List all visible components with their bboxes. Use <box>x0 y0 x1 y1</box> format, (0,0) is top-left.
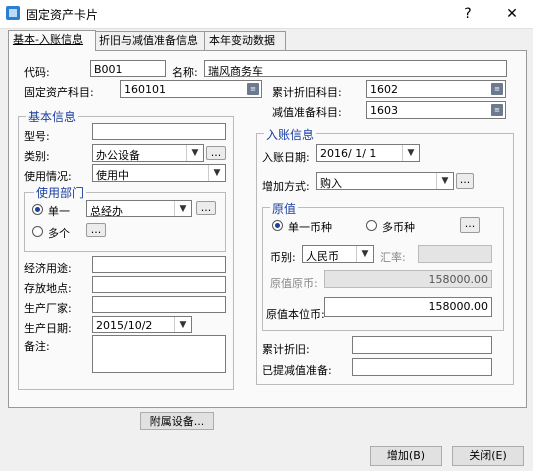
purpose-input[interactable] <box>92 256 226 273</box>
code-input[interactable]: B001 <box>90 60 166 77</box>
chevron-down-icon: ▼ <box>436 173 453 189</box>
add-method-browse-button[interactable]: ... <box>456 173 474 189</box>
impair-account-label: 减值准备科目: <box>272 106 342 119</box>
orig-base-label: 原值本位币: <box>266 308 325 321</box>
dep-account-input[interactable]: 1602 ≡ <box>366 80 506 98</box>
prod-date-label: 生产日期: <box>24 322 72 335</box>
entry-info-legend: 入账信息 <box>264 126 317 143</box>
model-input[interactable] <box>92 123 226 140</box>
accessory-button[interactable]: 附属设备... <box>140 412 214 430</box>
orig-value-legend: 原值 <box>270 200 299 217</box>
rate-label: 汇率: <box>380 251 406 264</box>
entry-date-label: 入账日期: <box>262 151 310 164</box>
dep-account-label: 累计折旧科目: <box>272 86 342 99</box>
usage-select[interactable]: 使用中 ▼ <box>92 164 226 182</box>
currency-select[interactable]: 人民币 ▼ <box>302 245 374 263</box>
category-value: 办公设备 <box>96 149 140 162</box>
chevron-down-icon: ▼ <box>402 145 419 161</box>
single-currency-label: 单一币种 <box>288 221 332 234</box>
close-window-button[interactable]: ✕ <box>492 0 532 28</box>
code-label: 代码: <box>24 66 50 79</box>
add-method-select[interactable]: 购入 ▼ <box>316 172 454 190</box>
dept-legend: 使用部门 <box>34 184 87 201</box>
impair-input[interactable] <box>352 358 492 376</box>
orig-cur-label: 原值原币: <box>270 277 318 290</box>
close-button[interactable]: 关闭(E) <box>452 446 524 466</box>
category-label: 类别: <box>24 150 50 163</box>
currency-browse-button[interactable]: ... <box>460 217 480 233</box>
window-title: 固定资产卡片 <box>26 8 99 22</box>
tab-annual-changes[interactable]: 本年变动数据 <box>204 31 286 50</box>
lookup-icon[interactable]: ≡ <box>247 83 259 95</box>
currency-label: 币别: <box>270 251 296 264</box>
impair-account-input[interactable]: 1603 ≡ <box>366 101 506 119</box>
dept-multi-radio[interactable] <box>32 226 43 237</box>
lookup-icon[interactable]: ≡ <box>491 83 503 95</box>
acc-dep-input[interactable] <box>352 336 492 354</box>
impair-label: 已提减值准备: <box>262 364 332 377</box>
rate-input <box>418 245 492 263</box>
category-browse-button[interactable]: ... <box>206 146 226 160</box>
app-icon <box>6 6 20 20</box>
title-bar: 固定资产卡片 ? ✕ <box>0 0 533 29</box>
chevron-down-icon: ▼ <box>208 165 225 181</box>
dept-single-label: 单一 <box>48 205 70 218</box>
usage-value: 使用中 <box>96 169 129 182</box>
entry-date-picker[interactable]: 2016/ 1/ 1 ▼ <box>316 144 420 162</box>
entry-date-value: 2016/ 1/ 1 <box>320 147 377 160</box>
name-input[interactable]: 瑞风商务车 <box>204 60 507 77</box>
asset-account-value: 160101 <box>124 83 166 96</box>
asset-account-label: 固定资产科目: <box>24 86 94 99</box>
chevron-down-icon: ▼ <box>356 246 373 262</box>
tab-depreciation[interactable]: 折旧与减值准备信息 <box>94 31 212 50</box>
chevron-down-icon: ▼ <box>174 201 191 216</box>
multi-currency-radio[interactable] <box>366 220 377 231</box>
dept-single-radio[interactable] <box>32 204 43 215</box>
acc-dep-label: 累计折旧: <box>262 343 310 356</box>
name-label: 名称: <box>172 66 198 79</box>
dep-account-value: 1602 <box>370 83 398 96</box>
prod-date-value: 2015/10/2 <box>96 319 153 332</box>
basic-info-legend: 基本信息 <box>26 108 79 125</box>
remark-textarea[interactable] <box>92 335 226 373</box>
purpose-label: 经济用途: <box>24 262 72 275</box>
dept-select[interactable]: 总经办 ▼ <box>86 200 192 218</box>
dept-multi-browse-button[interactable]: ... <box>86 223 106 237</box>
location-input[interactable] <box>92 276 226 293</box>
remark-label: 备注: <box>24 340 50 353</box>
tab-basic-entry[interactable]: 基本-入账信息 <box>8 30 96 51</box>
orig-cur-input: 158000.00 <box>324 270 492 288</box>
maker-input[interactable] <box>92 296 226 313</box>
lookup-icon[interactable]: ≡ <box>491 104 503 116</box>
dept-multi-label: 多个 <box>48 227 70 240</box>
single-currency-radio[interactable] <box>272 220 283 231</box>
impair-account-value: 1603 <box>370 104 398 117</box>
category-select[interactable]: 办公设备 ▼ <box>92 144 204 162</box>
model-label: 型号: <box>24 130 50 143</box>
currency-value: 人民币 <box>306 250 339 263</box>
usage-label: 使用情况: <box>24 170 72 183</box>
multi-currency-label: 多币种 <box>382 221 415 234</box>
prod-date-picker[interactable]: 2015/10/2 ▼ <box>92 316 192 333</box>
help-button[interactable]: ? <box>448 0 488 28</box>
dept-browse-button[interactable]: ... <box>196 201 216 215</box>
maker-label: 生产厂家: <box>24 302 72 315</box>
add-method-label: 增加方式: <box>262 180 310 193</box>
orig-base-input[interactable]: 158000.00 <box>324 297 492 317</box>
chevron-down-icon: ▼ <box>186 145 203 161</box>
location-label: 存放地点: <box>24 282 72 295</box>
asset-account-input[interactable]: 160101 ≡ <box>120 80 262 98</box>
add-button[interactable]: 增加(B) <box>370 446 442 466</box>
add-method-value: 购入 <box>320 177 342 190</box>
dept-value: 总经办 <box>90 205 123 218</box>
chevron-down-icon: ▼ <box>174 317 191 332</box>
